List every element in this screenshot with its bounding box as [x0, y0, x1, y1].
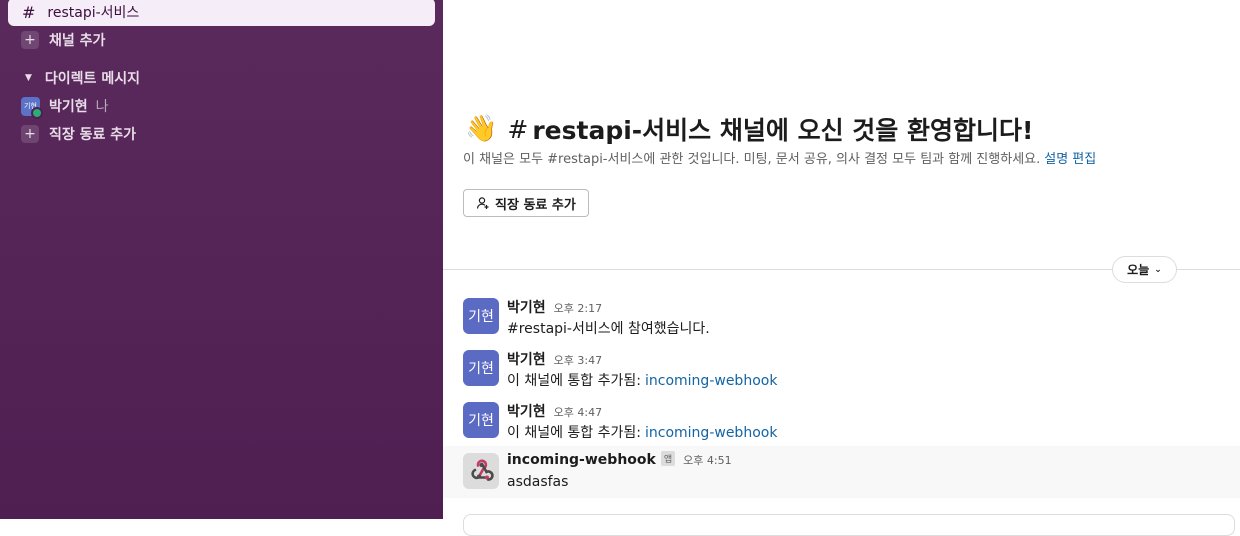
sidebar-section-direct-messages[interactable]: ▼ 다이렉트 메시지 — [8, 65, 140, 91]
message-timestamp[interactable]: 오후 2:17 — [554, 300, 602, 316]
sidebar-item-label: 채널 추가 — [49, 33, 106, 49]
section-label: 다이렉트 메시지 — [44, 71, 140, 87]
message-text: #restapi-서비스에 참여했습니다. — [507, 321, 710, 337]
sidebar-item-label: 박기현 — [49, 99, 88, 115]
presence-online-icon — [31, 106, 43, 119]
channel-welcome-title: 👋 # restapi-서비스 채널에 오신 것을 환영합니다! — [465, 111, 1033, 147]
add-coworker-button[interactable]: 직장 동료 추가 — [463, 189, 589, 217]
message-item[interactable]: 기현 박기현 오후 3:47 이 채널에 통합 추가됨: incoming-web… — [443, 345, 1240, 395]
add-person-icon — [476, 197, 489, 209]
message-text: 이 채널에 통합 추가됨: — [507, 425, 641, 441]
message-timestamp[interactable]: 오후 4:51 — [683, 452, 731, 468]
sidebar-item-dm-self[interactable]: 기현 박기현 나 — [8, 93, 109, 119]
avatar[interactable]: 기현 — [463, 298, 499, 334]
integration-link[interactable]: incoming-webhook — [645, 425, 777, 441]
sidebar: # restapi-서비스 + 채널 추가 ▼ 다이렉트 메시지 기현 박기현 … — [0, 0, 443, 519]
message-timestamp[interactable]: 오후 4:47 — [554, 404, 602, 420]
avatar[interactable]: 기현 — [463, 402, 499, 438]
self-indicator: 나 — [95, 99, 109, 115]
channel-description: 이 채널은 모두 #restapi-서비스에 관한 것입니다. 미팅, 문서 공… — [463, 148, 1096, 167]
sidebar-item-restapi-channel[interactable]: # restapi-서비스 — [8, 0, 435, 26]
webhook-icon[interactable] — [463, 453, 499, 489]
message-timestamp[interactable]: 오후 3:47 — [554, 352, 602, 368]
message-item[interactable]: incoming-webhook 앱 오후 4:51 asdasfas — [443, 446, 1240, 498]
message-text: asdasfas — [507, 474, 569, 490]
hash-icon: # — [22, 2, 36, 22]
sidebar-item-label: 직장 동료 추가 — [49, 127, 137, 143]
channel-main: 👋 # restapi-서비스 채널에 오신 것을 환영합니다! 이 채널은 모… — [443, 0, 1240, 536]
plus-icon: + — [21, 125, 39, 143]
date-label: 오늘 — [1127, 263, 1150, 277]
message-item[interactable]: 기현 박기현 오후 4:47 이 채널에 통합 추가됨: incoming-web… — [443, 397, 1240, 447]
welcome-text: restapi-서비스 채널에 오신 것을 환영합니다! — [532, 116, 1034, 145]
sidebar-item-add-channel[interactable]: + 채널 추가 — [8, 27, 105, 53]
message-composer[interactable] — [463, 514, 1235, 536]
sender-name[interactable]: 박기현 — [507, 349, 546, 369]
avatar: 기현 — [21, 96, 43, 119]
chevron-down-icon: ⌄ — [1154, 264, 1162, 275]
waving-hand-icon: 👋 — [465, 114, 498, 144]
avatar[interactable]: 기현 — [463, 350, 499, 386]
message-text: 이 채널에 통합 추가됨: — [507, 373, 641, 389]
plus-icon: + — [21, 31, 39, 49]
sender-name[interactable]: 박기현 — [507, 401, 546, 421]
caret-down-icon: ▼ — [25, 73, 32, 83]
sidebar-item-label: restapi-서비스 — [47, 5, 140, 21]
edit-description-link[interactable]: 설명 편집 — [1044, 152, 1096, 167]
hash-icon: # — [507, 114, 529, 144]
webhook-logo — [471, 459, 494, 481]
sender-name[interactable]: incoming-webhook — [507, 452, 656, 468]
button-label: 직장 동료 추가 — [495, 197, 576, 213]
sender-name[interactable]: 박기현 — [507, 297, 546, 317]
description-text: 이 채널은 모두 #restapi-서비스에 관한 것입니다. 미팅, 문서 공… — [463, 152, 1041, 167]
message-item[interactable]: 기현 박기현 오후 2:17 #restapi-서비스에 참여했습니다. — [443, 293, 1240, 343]
date-jump-button[interactable]: 오늘 ⌄ — [1112, 256, 1177, 283]
sidebar-item-add-coworker[interactable]: + 직장 동료 추가 — [8, 121, 136, 147]
integration-link[interactable]: incoming-webhook — [645, 373, 777, 389]
app-badge: 앱 — [660, 451, 676, 466]
